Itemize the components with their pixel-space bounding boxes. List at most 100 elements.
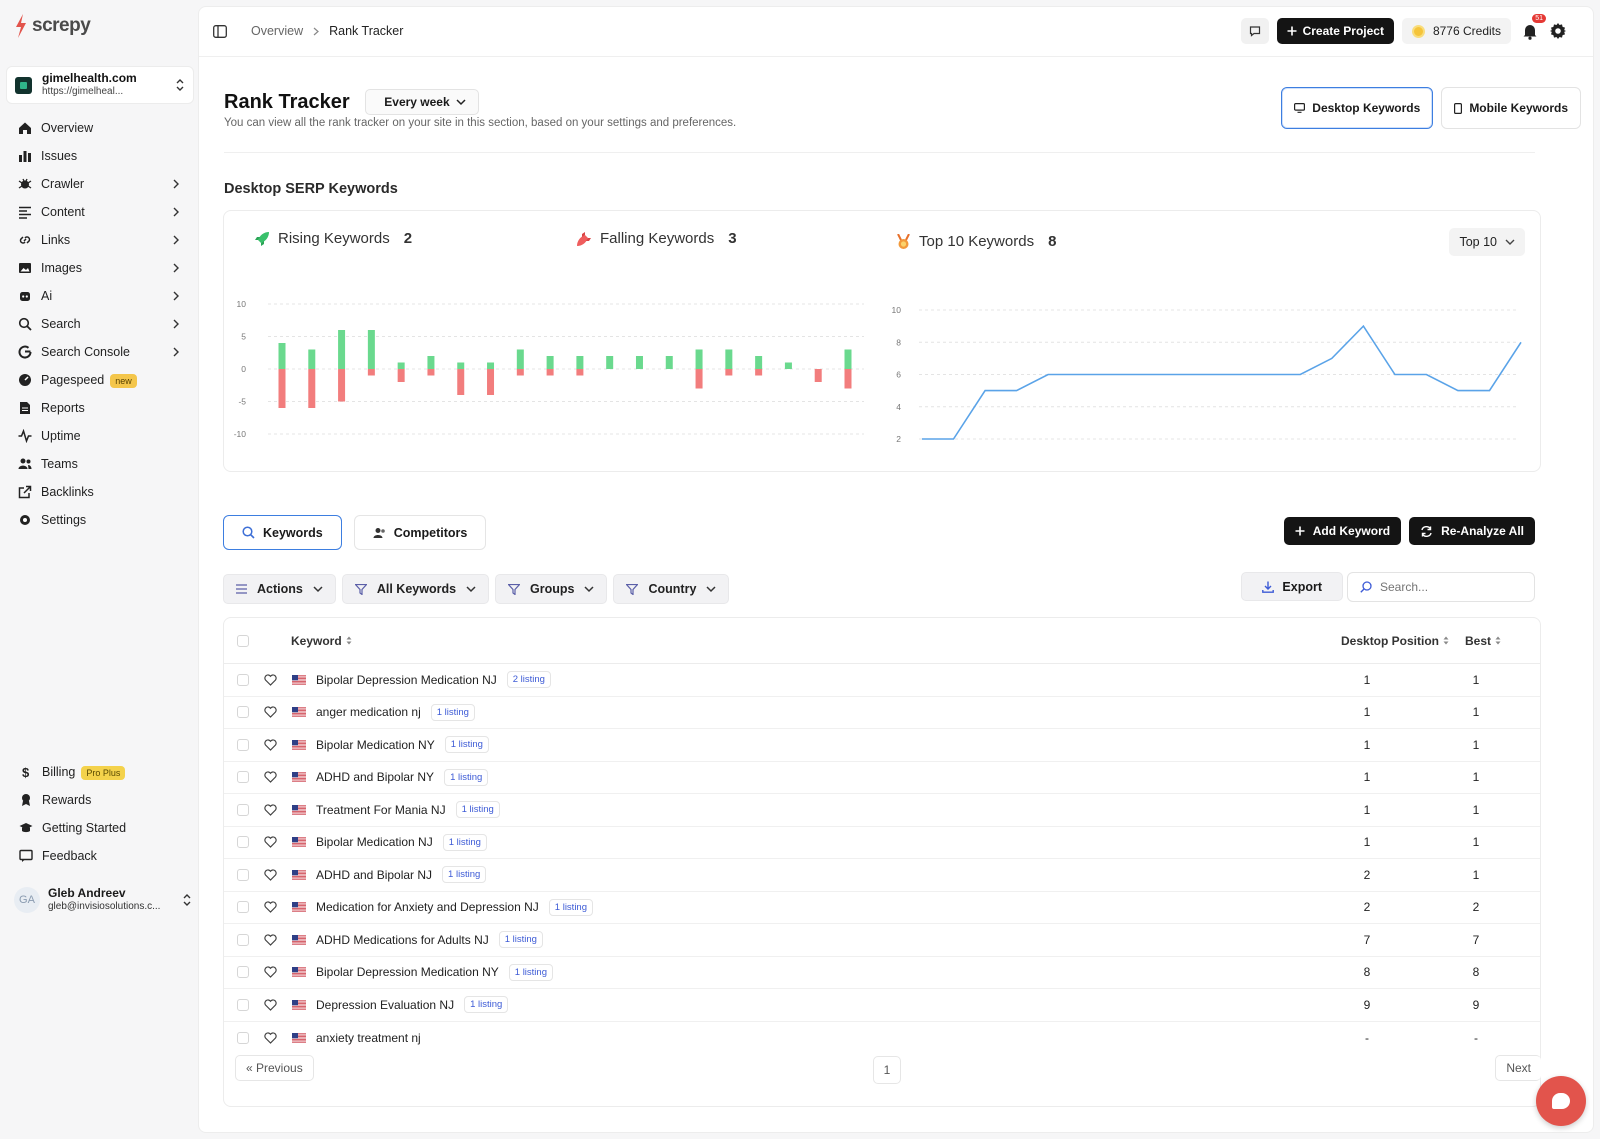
breadcrumb-overview[interactable]: Overview <box>251 24 303 38</box>
row-checkbox[interactable] <box>237 803 249 816</box>
row-checkbox[interactable] <box>237 868 249 881</box>
heart-icon[interactable] <box>264 804 277 816</box>
table-row[interactable]: anger medication nj 1 listing 1 1 <box>224 697 1540 729</box>
row-checkbox[interactable] <box>237 998 249 1011</box>
column-header-keyword[interactable]: Keyword <box>291 634 352 648</box>
sidebar-item-pagespeed[interactable]: Pagespeed new <box>0 366 198 394</box>
sidebar-item-reports[interactable]: Reports <box>0 394 198 422</box>
sidebar-item-content[interactable]: Content <box>0 198 198 226</box>
row-checkbox[interactable] <box>237 1031 249 1044</box>
heart-icon[interactable] <box>264 674 277 686</box>
site-switcher[interactable]: gimelhealth.com https://gimelheal... <box>6 66 194 104</box>
sidebar-item-billing[interactable]: $ Billing Pro Plus <box>0 758 198 786</box>
sidebar-item-getting-started[interactable]: Getting Started <box>0 814 198 842</box>
gear-icon[interactable] <box>1549 22 1567 40</box>
row-checkbox[interactable] <box>237 738 249 751</box>
sidebar-item-settings[interactable]: Settings <box>0 506 198 534</box>
mobile-keywords-button[interactable]: Mobile Keywords <box>1441 87 1581 129</box>
search-input[interactable] <box>1380 580 1520 594</box>
column-header-best[interactable]: Best <box>1465 634 1501 648</box>
row-checkbox[interactable] <box>237 933 249 946</box>
heart-icon[interactable] <box>264 1032 277 1044</box>
next-page-button[interactable]: Next <box>1495 1055 1541 1081</box>
page-number-button[interactable]: 1 <box>873 1056 901 1084</box>
sidebar-item-search-console[interactable]: Search Console <box>0 338 198 366</box>
keyword-text[interactable]: Bipolar Depression Medication NJ <box>316 673 497 687</box>
add-keyword-button[interactable]: Add Keyword <box>1283 517 1402 545</box>
actions-dropdown[interactable]: Actions <box>223 574 336 604</box>
table-row[interactable]: Bipolar Medication NJ 1 listing 1 1 <box>224 827 1540 859</box>
table-row[interactable]: Bipolar Depression Medication NY 1 listin… <box>224 957 1540 989</box>
sidebar-item-teams[interactable]: Teams <box>0 450 198 478</box>
sidebar-item-uptime[interactable]: Uptime <box>0 422 198 450</box>
credits-display[interactable]: 8776 Credits <box>1401 18 1511 44</box>
desktop-keywords-button[interactable]: Desktop Keywords <box>1281 87 1434 129</box>
sidebar-item-issues[interactable]: Issues <box>0 142 198 170</box>
country-filter[interactable]: Country <box>613 574 730 604</box>
listing-badge[interactable]: 1 listing <box>444 768 489 786</box>
keyword-text[interactable]: ADHD and Bipolar NJ <box>316 868 432 882</box>
table-row[interactable]: Depression Evaluation NJ 1 listing 9 9 <box>224 989 1540 1022</box>
table-row[interactable]: Bipolar Depression Medication NJ 2 listin… <box>224 664 1540 697</box>
chat-button[interactable] <box>1240 18 1269 44</box>
heart-icon[interactable] <box>264 869 277 881</box>
chat-support-button[interactable] <box>1536 1076 1586 1126</box>
table-row[interactable]: anxiety treatment nj - - <box>224 1022 1540 1055</box>
heart-icon[interactable] <box>264 739 277 751</box>
all-keywords-filter[interactable]: All Keywords <box>341 574 490 604</box>
table-row[interactable]: Bipolar Medication NY 1 listing 1 1 <box>224 729 1540 762</box>
create-project-button[interactable]: Create Project <box>1276 18 1394 44</box>
keyword-text[interactable]: anger medication nj <box>316 705 421 719</box>
keyword-text[interactable]: ADHD Medications for Adults NJ <box>316 933 489 947</box>
previous-page-button[interactable]: « Previous <box>235 1055 314 1081</box>
notifications-button[interactable]: 51 <box>1519 14 1546 42</box>
table-row[interactable]: ADHD Medications for Adults NJ 1 listing 7… <box>224 924 1540 957</box>
table-row[interactable]: ADHD and Bipolar NY 1 listing 1 1 <box>224 762 1540 794</box>
row-checkbox[interactable] <box>237 706 249 719</box>
top-n-select[interactable]: Top 10 <box>1449 228 1525 256</box>
table-row[interactable]: ADHD and Bipolar NJ 1 listing 2 1 <box>224 859 1540 892</box>
heart-icon[interactable] <box>264 836 277 849</box>
listing-badge[interactable]: 1 listing <box>498 931 543 949</box>
listing-badge[interactable]: 1 listing <box>442 833 487 851</box>
sidebar-item-crawler[interactable]: Crawler <box>0 170 198 198</box>
sidebar-item-rewards[interactable]: Rewards <box>0 786 198 814</box>
groups-filter[interactable]: Groups <box>495 574 608 604</box>
sidebar-toggle-icon[interactable] <box>213 25 227 38</box>
row-checkbox[interactable] <box>237 836 249 849</box>
row-checkbox[interactable] <box>237 901 249 914</box>
listing-badge[interactable]: 1 listing <box>430 703 475 721</box>
keyword-text[interactable]: Bipolar Medication NY <box>316 738 435 752</box>
listing-badge[interactable]: 1 listing <box>442 866 487 884</box>
keyword-text[interactable]: ADHD and Bipolar NY <box>316 770 434 784</box>
table-row[interactable]: Medication for Anxiety and Depression NJ… <box>224 892 1540 924</box>
column-header-position[interactable]: Desktop Position <box>1341 634 1449 648</box>
heart-icon[interactable] <box>264 934 277 946</box>
row-checkbox[interactable] <box>237 771 249 784</box>
brand-logo[interactable]: screpy <box>14 14 91 38</box>
keyword-text[interactable]: Treatment For Mania NJ <box>316 803 446 817</box>
row-checkbox[interactable] <box>237 966 249 979</box>
listing-badge[interactable]: 1 listing <box>548 898 593 916</box>
keyword-text[interactable]: Bipolar Medication NJ <box>316 835 433 849</box>
sidebar-item-search[interactable]: Search <box>0 310 198 338</box>
frequency-select[interactable]: Every week <box>365 89 479 115</box>
listing-badge[interactable]: 2 listing <box>506 671 551 689</box>
heart-icon[interactable] <box>264 966 277 979</box>
heart-icon[interactable] <box>264 771 277 784</box>
heart-icon[interactable] <box>264 901 277 914</box>
listing-badge[interactable]: 1 listing <box>455 801 500 819</box>
reanalyze-all-button[interactable]: Re-Analyze All <box>1409 517 1535 545</box>
heart-icon[interactable] <box>264 999 277 1011</box>
heart-icon[interactable] <box>264 706 277 719</box>
sidebar-item-ai[interactable]: Ai <box>0 282 198 310</box>
sidebar-item-backlinks[interactable]: Backlinks <box>0 478 198 506</box>
sidebar-item-overview[interactable]: Overview <box>0 114 198 142</box>
sidebar-item-feedback[interactable]: Feedback <box>0 842 198 870</box>
listing-badge[interactable]: 1 listing <box>464 996 509 1014</box>
sidebar-item-links[interactable]: Links <box>0 226 198 254</box>
export-button[interactable]: Export <box>1241 572 1343 601</box>
table-row[interactable]: Treatment For Mania NJ 1 listing 1 1 <box>224 794 1540 827</box>
user-menu[interactable]: GA Gleb Andreev gleb@invisiosolutions.c.… <box>14 882 192 918</box>
listing-badge[interactable]: 1 listing <box>444 736 489 754</box>
